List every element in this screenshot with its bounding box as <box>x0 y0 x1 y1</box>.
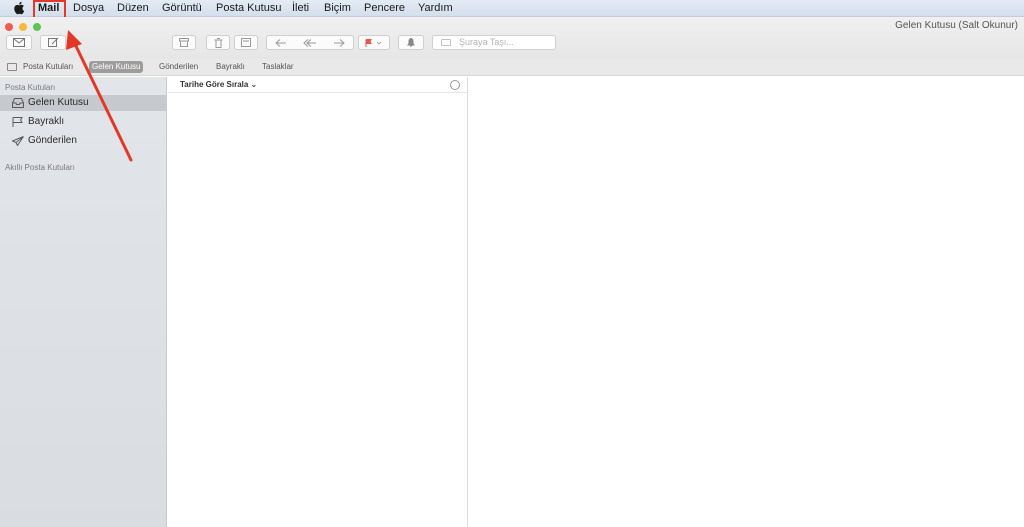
fav-taslaklar[interactable]: Taslaklar <box>259 61 297 73</box>
flag-outline-icon <box>12 117 23 127</box>
inbox-icon <box>12 98 24 108</box>
delete-button[interactable] <box>206 35 230 50</box>
move-to-field[interactable]: Şuraya Taşı... <box>432 35 556 50</box>
toolbar: Gelen Kutusu (Salt Okunur) Şuraya Taşı..… <box>0 17 1024 59</box>
sidebar-header-mailboxes: Posta Kutuları <box>5 83 56 92</box>
menu-yardim[interactable]: Yardım <box>418 2 453 15</box>
get-mail-button[interactable] <box>6 35 32 50</box>
message-preview-pane <box>469 77 1024 527</box>
fav-gelen-kutusu[interactable]: Gelen Kutusu <box>89 61 144 73</box>
sort-bar: Tarihe Göre Sırala ⌄ <box>168 77 468 93</box>
sidebar: Posta Kutuları Gelen Kutusu Bayraklı Gön… <box>0 77 167 527</box>
get-mail-icon <box>13 38 25 47</box>
junk-button[interactable] <box>234 35 258 50</box>
menu-bicim[interactable]: Biçim <box>324 2 351 15</box>
minimize-window-button[interactable] <box>19 23 27 31</box>
flag-button[interactable] <box>358 35 390 50</box>
sidebar-item-label: Gönderilen <box>28 135 77 146</box>
move-to-icon <box>441 39 451 46</box>
move-to-placeholder: Şuraya Taşı... <box>459 37 514 47</box>
archive-icon <box>179 38 189 47</box>
forward-icon[interactable] <box>333 38 345 47</box>
fav-gonderilen[interactable]: Gönderilen <box>156 61 201 73</box>
junk-icon <box>241 38 251 47</box>
window-title: Gelen Kutusu (Salt Okunur) <box>895 20 1018 31</box>
flag-icon <box>365 38 382 47</box>
trash-icon <box>214 37 222 48</box>
menu-duzen[interactable]: Düzen <box>117 2 149 15</box>
menu-ileti[interactable]: İleti <box>292 2 309 15</box>
reply-group <box>266 35 354 50</box>
menu-posta-kutusu[interactable]: Posta Kutusu <box>216 2 281 15</box>
menu-gorunum[interactable]: Görüntü <box>162 2 202 15</box>
archive-button[interactable] <box>172 35 196 50</box>
reply-icon[interactable] <box>275 38 287 47</box>
compose-icon <box>47 37 58 47</box>
menu-bar: Mail Dosya Düzen Görüntü Posta Kutusu İl… <box>0 0 1024 17</box>
message-list[interactable]: Tarihe Göre Sırala ⌄ <box>168 77 468 527</box>
reply-all-icon[interactable] <box>303 38 317 47</box>
fav-bayrakli[interactable]: Bayraklı <box>213 61 248 73</box>
sidebar-item-inbox[interactable]: Gelen Kutusu <box>0 95 167 111</box>
notify-button[interactable] <box>398 35 424 50</box>
menu-dosya[interactable]: Dosya <box>73 2 104 15</box>
sort-by-date-menu[interactable]: Tarihe Göre Sırala ⌄ <box>180 80 257 89</box>
sidebar-item-label: Bayraklı <box>28 116 65 127</box>
menu-pencere[interactable]: Pencere <box>364 2 405 15</box>
sidebar-item-label: Gelen Kutusu <box>28 97 89 108</box>
zoom-window-button[interactable] <box>33 23 41 31</box>
paper-plane-icon <box>12 136 24 146</box>
mailboxes-toggle-icon[interactable] <box>7 63 17 71</box>
sidebar-header-smart-mailboxes: Akıllı Posta Kutuları <box>5 163 75 172</box>
favorites-bar: Posta Kutuları Gelen Kutusu Gönderilen B… <box>0 59 1024 76</box>
bell-icon <box>407 38 415 47</box>
sidebar-item-flagged[interactable]: Bayraklı <box>0 114 167 130</box>
filter-icon[interactable] <box>450 80 460 90</box>
fav-posta-kutulari[interactable]: Posta Kutuları <box>20 61 76 73</box>
apple-icon[interactable] <box>13 1 25 15</box>
close-window-button[interactable] <box>5 23 13 31</box>
sidebar-item-sent[interactable]: Gönderilen <box>0 133 167 149</box>
compose-button[interactable] <box>40 35 66 50</box>
